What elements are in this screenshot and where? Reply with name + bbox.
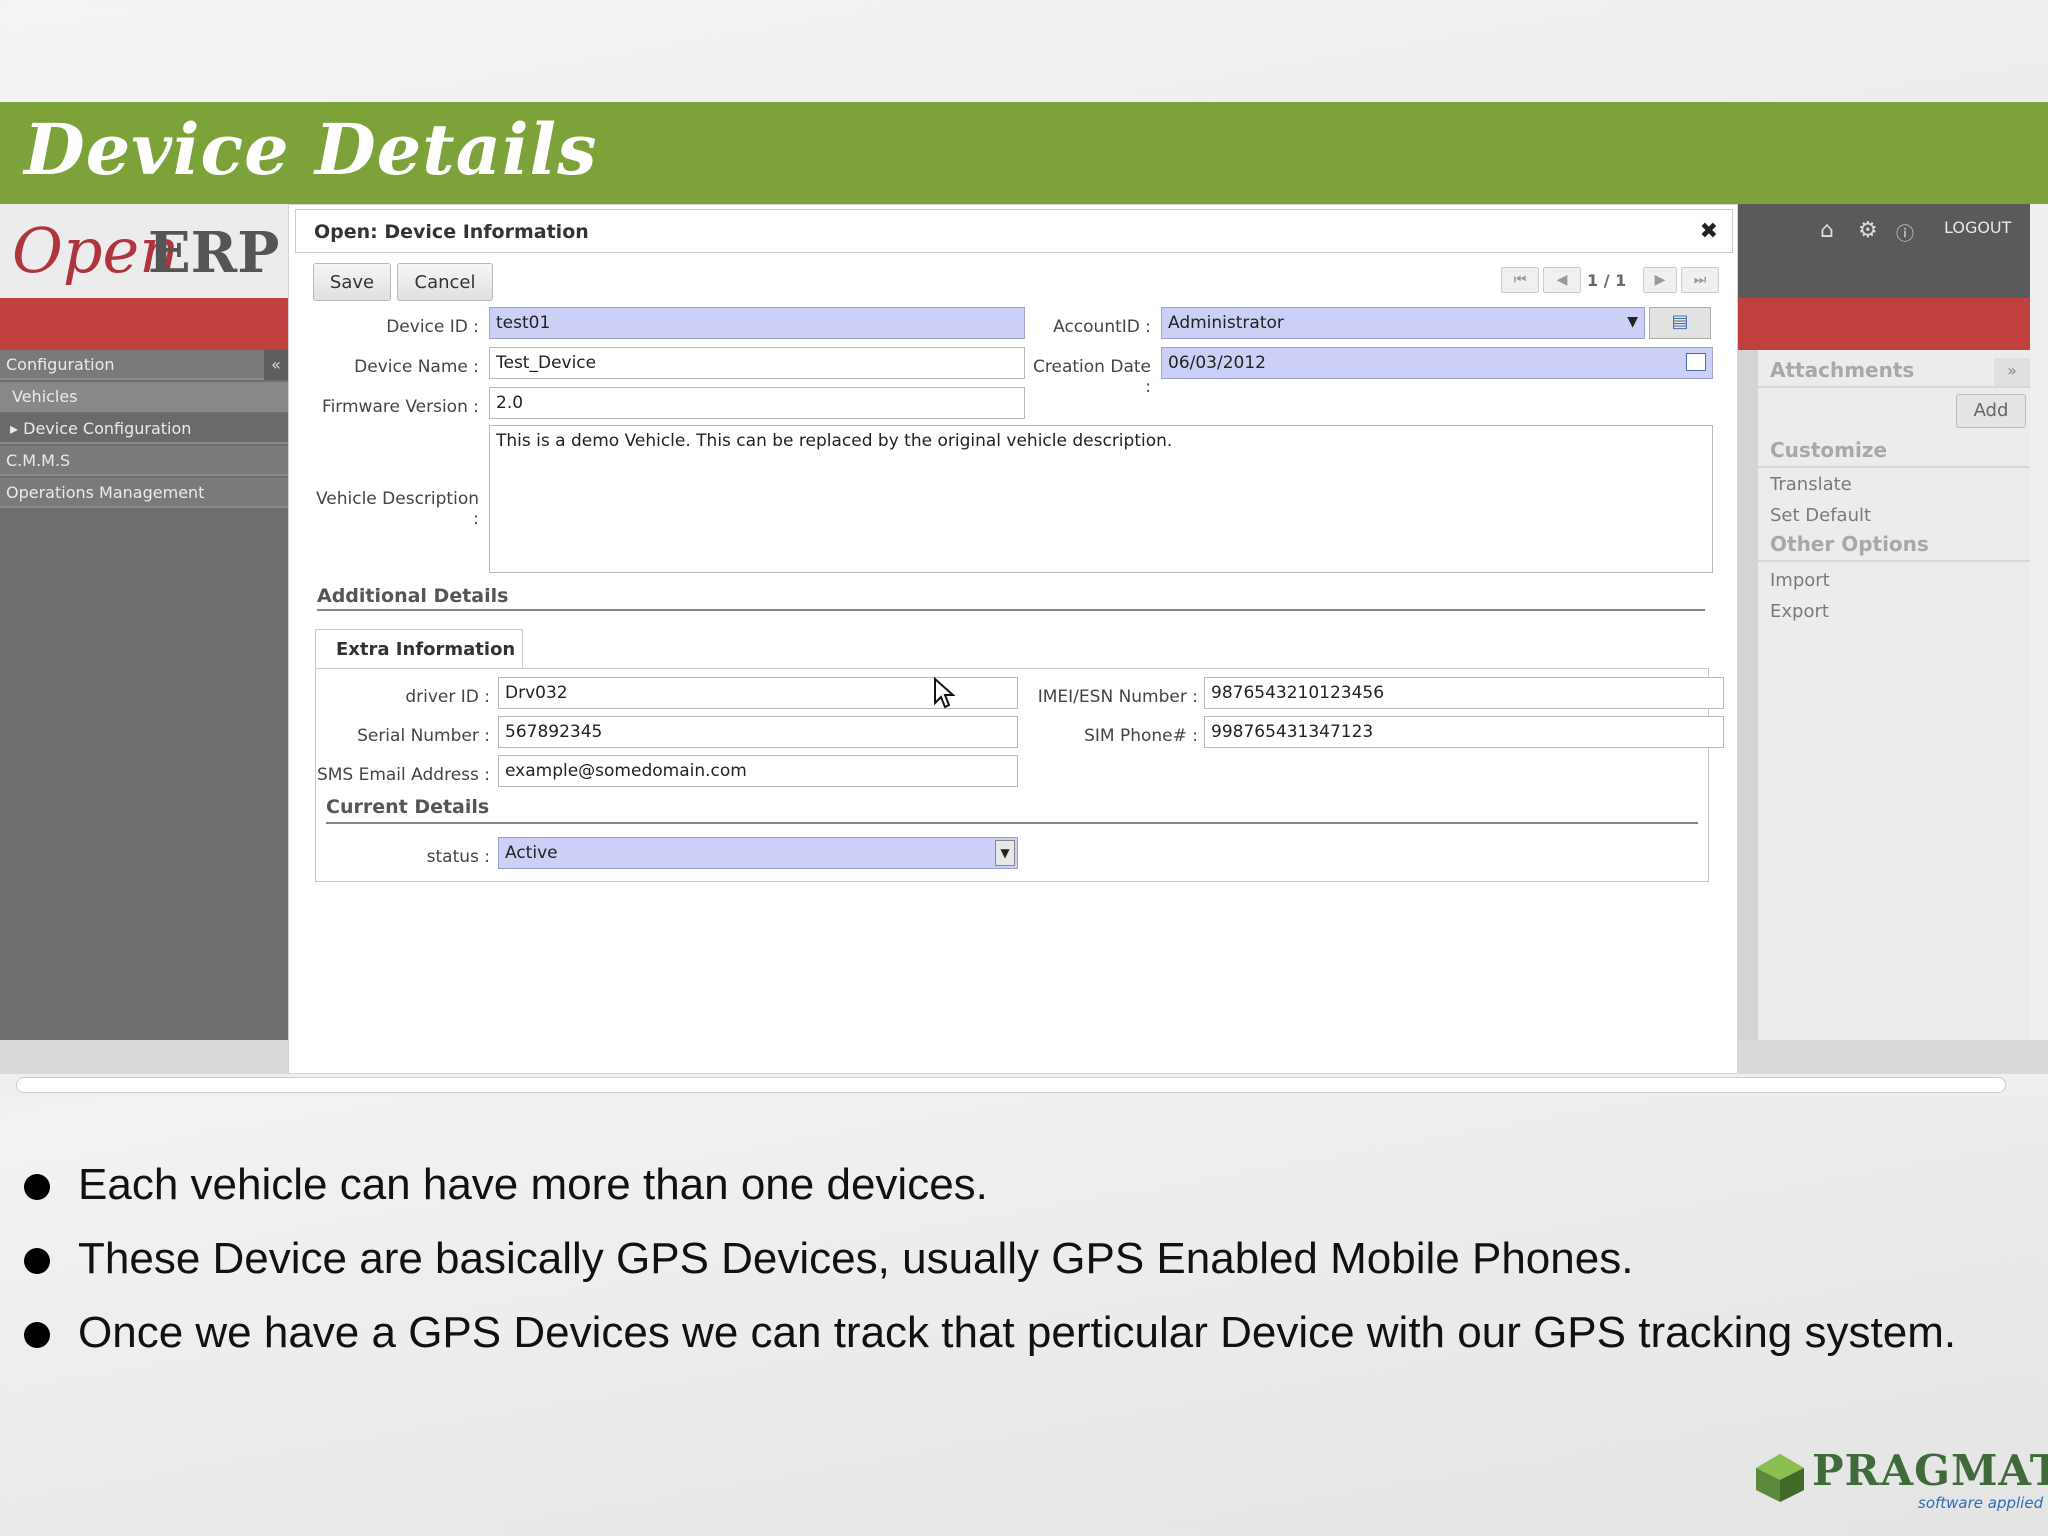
vehicle-description-label: Vehicle Description : bbox=[315, 489, 479, 529]
device-id-field[interactable]: test01 bbox=[489, 307, 1025, 339]
gear-icon[interactable]: ⚙ bbox=[1858, 218, 1878, 243]
status-value: Active bbox=[505, 843, 558, 863]
account-id-label: AccountID : bbox=[1053, 317, 1151, 337]
menu-configuration[interactable]: Configuration « bbox=[0, 350, 288, 380]
header-band bbox=[0, 298, 288, 350]
firmware-version-field[interactable]: 2.0 bbox=[489, 387, 1025, 419]
calendar-icon[interactable] bbox=[1686, 353, 1706, 371]
pager-count: 1 / 1 bbox=[1587, 271, 1627, 290]
bullet-text: These Device are basically GPS Devices, … bbox=[78, 1234, 1634, 1283]
account-id-select[interactable]: Administrator ▼ bbox=[1161, 307, 1645, 339]
imei-label: IMEI/ESN Number : bbox=[1037, 687, 1198, 707]
horizontal-scrollbar[interactable] bbox=[0, 1074, 2048, 1096]
menu-label: ▸ Device Configuration bbox=[10, 419, 192, 438]
device-name-label: Device Name : bbox=[354, 357, 479, 377]
next-record-icon[interactable]: ▶ bbox=[1643, 267, 1677, 293]
import-link[interactable]: Import bbox=[1770, 570, 1830, 591]
bullet-icon bbox=[24, 1248, 50, 1274]
openerp-logo: Open ERP bbox=[0, 204, 288, 298]
dialog-titlebar: Open: Device Information ✖ bbox=[295, 209, 1733, 253]
account-search-button[interactable]: ▤ bbox=[1649, 307, 1711, 339]
set-default-link[interactable]: Set Default bbox=[1770, 505, 1871, 526]
right-sidebar: ⌂ ⚙ ⓘ LOGOUT Attachments » Add Customize… bbox=[1738, 204, 2032, 1040]
firmware-version-label: Firmware Version : bbox=[322, 397, 479, 417]
expand-sidebar-button[interactable]: » bbox=[1994, 358, 2030, 386]
erp-screenshot: Open ERP Configuration « Vehicles ▸ Devi… bbox=[0, 204, 2048, 1096]
divider bbox=[1758, 386, 2032, 388]
attachments-title: Attachments bbox=[1770, 358, 1915, 382]
logout-link[interactable]: LOGOUT bbox=[1944, 218, 2011, 237]
sim-phone-label: SIM Phone# : bbox=[1084, 726, 1198, 746]
bullet-text: Once we have a GPS Devices we can track … bbox=[78, 1308, 1957, 1357]
dialog-title: Open: Device Information bbox=[314, 221, 589, 243]
previous-record-icon[interactable]: ◀ bbox=[1543, 267, 1581, 293]
serial-number-label: Serial Number : bbox=[357, 726, 490, 746]
menu-vehicles[interactable]: Vehicles bbox=[0, 382, 288, 412]
scrollbar-thumb[interactable] bbox=[16, 1077, 2006, 1093]
vertical-scrollbar[interactable] bbox=[2030, 204, 2048, 1040]
add-attachment-button[interactable]: Add bbox=[1956, 394, 2026, 428]
first-record-icon[interactable]: ⏮ bbox=[1501, 267, 1539, 293]
bullet-icon bbox=[24, 1174, 50, 1200]
export-link[interactable]: Export bbox=[1770, 601, 1829, 622]
other-options-title: Other Options bbox=[1770, 532, 1929, 556]
creation-date-field[interactable]: 06/03/2012 bbox=[1161, 347, 1713, 379]
home-icon[interactable]: ⌂ bbox=[1820, 218, 1834, 243]
chevron-down-icon[interactable]: ▼ bbox=[1627, 308, 1638, 330]
search-record-icon: ▤ bbox=[1671, 311, 1689, 332]
account-id-value: Administrator bbox=[1168, 313, 1284, 333]
tab-extra-information[interactable]: Extra Information bbox=[315, 629, 523, 669]
save-button[interactable]: Save bbox=[313, 263, 391, 301]
creation-date-value: 06/03/2012 bbox=[1168, 353, 1266, 373]
device-information-dialog: Open: Device Information ✖ Save Cancel ⏮… bbox=[288, 204, 1738, 1074]
last-record-icon[interactable]: ⏭ bbox=[1681, 267, 1719, 293]
menu-label: Operations Management bbox=[6, 483, 205, 502]
sim-phone-field[interactable]: 998765431347123 bbox=[1204, 716, 1724, 748]
menu-label: Vehicles bbox=[12, 387, 78, 406]
sms-email-label: SMS Email Address : bbox=[316, 765, 490, 785]
menu-label: Configuration bbox=[6, 355, 115, 374]
slide-title: Device Details bbox=[24, 108, 598, 191]
status-select[interactable]: Active ▼ bbox=[498, 837, 1018, 869]
creation-date-label: Creation Date : bbox=[1033, 357, 1151, 397]
brand-tagline: software applied bbox=[1918, 1494, 2044, 1512]
extra-information-panel: driver ID : Drv032 IMEI/ESN Number : 987… bbox=[315, 668, 1724, 882]
mouse-cursor-icon bbox=[934, 677, 955, 709]
customize-title: Customize bbox=[1770, 438, 1888, 462]
menu-label: C.M.M.S bbox=[6, 451, 71, 470]
vehicle-description-textarea[interactable]: This is a demo Vehicle. This can be repl… bbox=[489, 425, 1713, 573]
brand-name: PRAGMATIC bbox=[1812, 1446, 2048, 1495]
bullet-text: Each vehicle can have more than one devi… bbox=[78, 1160, 988, 1209]
serial-number-field[interactable]: 567892345 bbox=[498, 716, 1018, 748]
device-name-field[interactable]: Test_Device bbox=[489, 347, 1025, 379]
menu-cmms[interactable]: C.M.M.S bbox=[0, 446, 288, 476]
divider bbox=[1758, 560, 2032, 562]
section-divider bbox=[317, 609, 1705, 611]
translate-link[interactable]: Translate bbox=[1770, 474, 1852, 495]
driver-id-label: driver ID : bbox=[405, 687, 490, 707]
bullet-icon bbox=[24, 1322, 50, 1348]
sms-email-field[interactable]: example@somedomain.com bbox=[498, 755, 1018, 787]
section-divider bbox=[326, 822, 1698, 824]
logo-erp-text: ERP bbox=[148, 220, 280, 286]
chevron-down-icon[interactable]: ▼ bbox=[995, 840, 1015, 866]
sidebar-box: Attachments » Add Customize Translate Se… bbox=[1758, 350, 2032, 1040]
close-icon[interactable]: ✖ bbox=[1700, 219, 1718, 244]
top-toolbar: ⌂ ⚙ ⓘ LOGOUT bbox=[1738, 204, 2032, 298]
device-id-label: Device ID : bbox=[386, 317, 479, 337]
current-details-title: Current Details bbox=[326, 796, 490, 818]
menu-operations-management[interactable]: Operations Management bbox=[0, 478, 288, 508]
status-label: status : bbox=[426, 847, 490, 867]
left-sidebar: Open ERP Configuration « Vehicles ▸ Devi… bbox=[0, 204, 288, 1040]
cancel-button[interactable]: Cancel bbox=[397, 263, 493, 301]
menu-device-configuration[interactable]: ▸ Device Configuration bbox=[0, 414, 288, 444]
collapse-sidebar-button[interactable]: « bbox=[264, 350, 288, 380]
imei-field[interactable]: 9876543210123456 bbox=[1204, 677, 1724, 709]
divider bbox=[1758, 466, 2032, 468]
header-band-right bbox=[1738, 298, 2032, 350]
additional-details-title: Additional Details bbox=[317, 585, 509, 607]
pragmatic-logo-icon bbox=[1756, 1454, 1804, 1502]
info-icon[interactable]: ⓘ bbox=[1896, 220, 1914, 246]
